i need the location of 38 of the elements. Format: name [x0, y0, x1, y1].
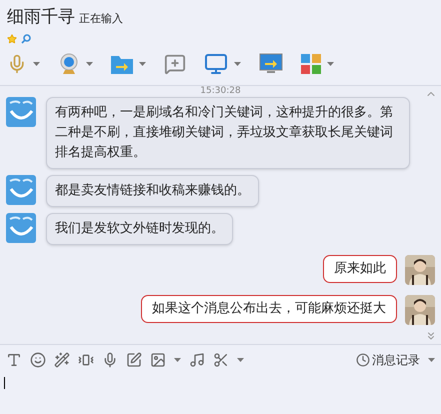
caret-icon[interactable] [86, 62, 93, 66]
avatar-icon [6, 175, 36, 205]
timestamp: 15:30:28 [200, 86, 241, 96]
caret-icon[interactable] [428, 358, 435, 362]
message-bubble: 都是卖友情链接和收稿来赚钱的。 [46, 175, 259, 207]
caret-icon[interactable] [174, 358, 181, 362]
caret-icon[interactable] [139, 62, 146, 66]
font-icon[interactable] [6, 352, 22, 368]
message-add-icon[interactable] [164, 53, 186, 75]
message-bubble: 我们是发软文外链时发现的。 [46, 213, 233, 245]
caret-icon[interactable] [33, 62, 40, 66]
status-text: 正在输入 [79, 11, 123, 27]
screen-share-icon[interactable] [259, 53, 283, 75]
music-icon[interactable] [189, 352, 205, 368]
history-button[interactable]: 消息记录 [356, 351, 420, 369]
avatar-icon [6, 97, 36, 127]
image-icon[interactable] [150, 352, 166, 368]
magic-wand-icon[interactable] [54, 352, 70, 368]
webcam-icon[interactable] [58, 53, 80, 75]
shake-icon[interactable] [78, 352, 94, 368]
caret-icon[interactable] [237, 358, 244, 362]
message-bubble: 有两种吧，一是刷域名和冷门关键词，这种提升的很多。第二种是不刷，直接堆砌关键词，弄垃圾文章获取长尾关键词排名提高权重。 [46, 97, 410, 169]
edit-icon[interactable] [126, 352, 142, 368]
contact-name: 细雨千寻 [7, 6, 75, 28]
apps-icon[interactable] [301, 54, 321, 74]
message-bubble: 如果这个消息公布出去，可能麻烦还挺大 [141, 295, 397, 323]
caret-icon[interactable] [234, 62, 241, 66]
emoji-icon[interactable] [30, 352, 46, 368]
scroll-down-icon[interactable] [425, 330, 437, 342]
folder-icon[interactable] [111, 54, 133, 74]
microphone-icon[interactable] [102, 352, 118, 368]
avatar-icon [6, 213, 36, 243]
caret-icon[interactable] [327, 62, 334, 66]
star-icon[interactable] [7, 34, 17, 44]
message-bubble: 原来如此 [323, 255, 397, 283]
search-icon[interactable] [21, 34, 31, 44]
clock-icon [356, 353, 370, 367]
scissors-icon[interactable] [213, 352, 229, 368]
